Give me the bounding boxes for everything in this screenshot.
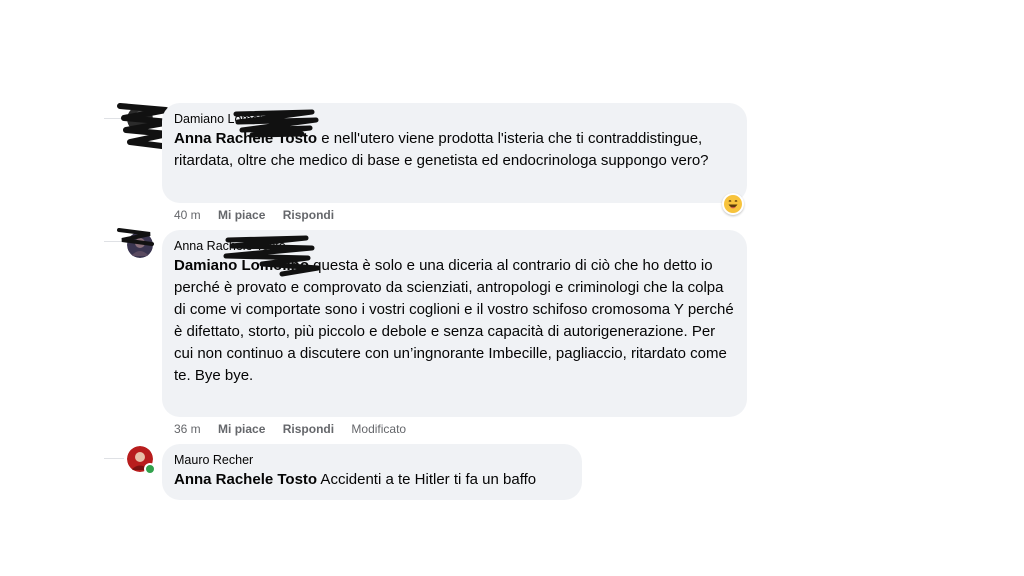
thread-connector — [104, 241, 124, 242]
comment-author[interactable]: Mauro Recher — [174, 452, 570, 469]
avatar[interactable] — [127, 232, 153, 258]
online-status-icon — [144, 463, 156, 475]
comment-text: Anna Rachele Tosto e nell'utero viene pr… — [174, 130, 709, 169]
comment-bubble: Mauro Recher Anna Rachele Tosto Accident… — [162, 444, 582, 500]
comment-text: Damiano Lomolino questa è solo e una dic… — [174, 257, 734, 384]
comment-text: Anna Rachele Tosto Accidenti a te Hitler… — [174, 471, 537, 488]
comment-time[interactable]: 40 m — [174, 208, 201, 222]
comment-actions: 40 m Mi piace Rispondi — [174, 208, 348, 222]
comment-time[interactable]: 36 m — [174, 422, 201, 436]
comment-actions: 36 m Mi piace Rispondi Modificato — [174, 422, 420, 436]
mention-link[interactable]: Anna Rachele Tosto — [174, 471, 317, 488]
thread-connector — [104, 118, 124, 119]
like-button[interactable]: Mi piace — [218, 422, 265, 436]
comment-bubble: Anna Rachele Tosto Damiano Lomolino ques… — [162, 230, 747, 417]
reply-button[interactable]: Rispondi — [283, 208, 334, 222]
mention-link[interactable]: Damiano Lomolino — [174, 257, 309, 274]
comment-author[interactable]: Damiano Lomolino — [174, 111, 735, 128]
reply-button[interactable]: Rispondi — [283, 422, 334, 436]
like-button[interactable]: Mi piace — [218, 208, 265, 222]
mention-link[interactable]: Anna Rachele Tosto — [174, 130, 317, 147]
avatar[interactable] — [127, 106, 153, 132]
thread-connector — [104, 458, 124, 459]
comment-bubble: Damiano Lomolino Anna Rachele Tosto e ne… — [162, 103, 747, 203]
edited-label[interactable]: Modificato — [351, 422, 406, 436]
laughing-emoji-icon[interactable] — [722, 193, 744, 215]
comment-author[interactable]: Anna Rachele Tosto — [174, 238, 735, 255]
